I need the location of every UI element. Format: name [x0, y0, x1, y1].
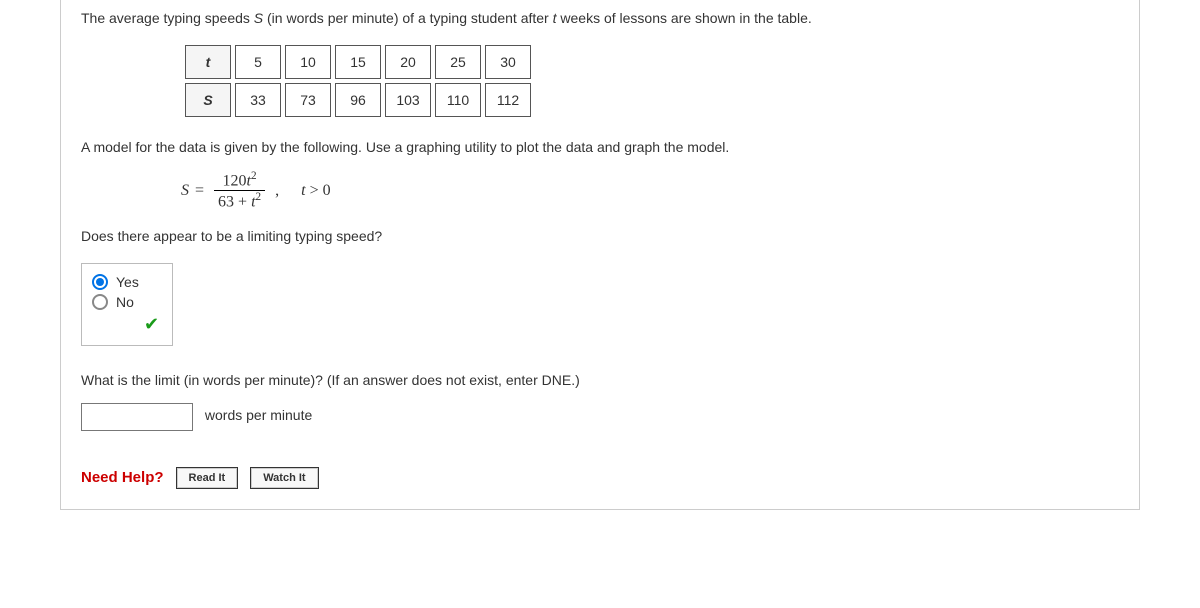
need-help-label: Need Help? — [81, 469, 164, 486]
t-cell: 25 — [435, 45, 481, 79]
formula-comma: , — [275, 182, 279, 200]
radio-no-label: No — [116, 294, 134, 310]
s-cell: 112 — [485, 83, 531, 117]
den-const: 63 + — [218, 194, 251, 211]
s-header: S — [185, 83, 231, 117]
intro-pre: The average typing speeds — [81, 10, 254, 26]
formula-condition: t > 0 — [301, 182, 330, 200]
intro-text: The average typing speeds S (in words pe… — [81, 8, 1119, 29]
num-exp: 2 — [251, 170, 257, 182]
intro-var-s: S — [254, 10, 263, 26]
read-it-button[interactable]: Read It — [176, 467, 239, 489]
num-coeff: 120 — [223, 172, 247, 189]
limit-input[interactable] — [81, 403, 193, 431]
t-cell: 5 — [235, 45, 281, 79]
radio-yes-label: Yes — [116, 274, 139, 290]
formula: S = 120t2 63 + t2 , t > 0 — [181, 170, 1119, 212]
s-cell: 103 — [385, 83, 431, 117]
t-header: t — [185, 45, 231, 79]
units-label: words per minute — [205, 407, 312, 423]
model-text: A model for the data is given by the fol… — [81, 137, 1119, 158]
formula-fraction: 120t2 63 + t2 — [214, 170, 265, 212]
question-container: The average typing speeds S (in words pe… — [60, 0, 1140, 510]
t-cell: 30 — [485, 45, 531, 79]
radio-group: Yes No ✔ — [81, 263, 173, 346]
question-1: Does there appear to be a limiting typin… — [81, 226, 1119, 247]
formula-numerator: 120t2 — [214, 170, 265, 190]
checkmark-icon: ✔ — [144, 314, 162, 335]
s-cell: 110 — [435, 83, 481, 117]
data-table-wrapper: t 5 10 15 20 25 30 S 33 73 96 103 110 11… — [181, 41, 1119, 121]
radio-no-icon[interactable] — [92, 294, 108, 310]
formula-equals: = — [195, 182, 204, 200]
intro-post: weeks of lessons are shown in the table. — [557, 10, 812, 26]
cond-rest: > 0 — [306, 182, 331, 199]
intro-mid: (in words per minute) of a typing studen… — [263, 10, 552, 26]
s-cell: 73 — [285, 83, 331, 117]
den-exp: 2 — [256, 191, 262, 203]
radio-yes-icon[interactable] — [92, 274, 108, 290]
t-cell: 10 — [285, 45, 331, 79]
s-cell: 96 — [335, 83, 381, 117]
t-cell: 15 — [335, 45, 381, 79]
table-row: t 5 10 15 20 25 30 — [185, 45, 531, 79]
t-cell: 20 — [385, 45, 431, 79]
formula-lhs: S — [181, 182, 189, 200]
radio-option-no[interactable]: No — [92, 294, 162, 310]
answer-row: words per minute — [81, 403, 1119, 431]
watch-it-button[interactable]: Watch It — [250, 467, 318, 489]
table-row: S 33 73 96 103 110 112 — [185, 83, 531, 117]
data-table: t 5 10 15 20 25 30 S 33 73 96 103 110 11… — [181, 41, 535, 121]
question-2: What is the limit (in words per minute)?… — [81, 370, 1119, 391]
formula-denominator: 63 + t2 — [214, 190, 265, 211]
need-help-row: Need Help? Read It Watch It — [81, 467, 1119, 489]
radio-option-yes[interactable]: Yes — [92, 274, 162, 290]
s-cell: 33 — [235, 83, 281, 117]
